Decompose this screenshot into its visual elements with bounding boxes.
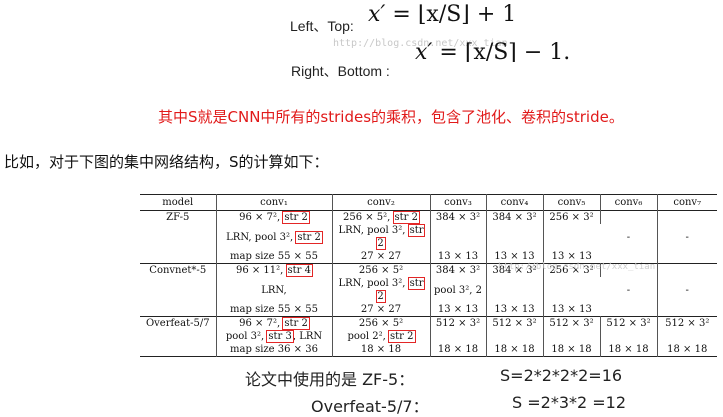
cell (430, 224, 487, 250)
formula-bottom-label: Right、Bottom : (291, 63, 390, 79)
cell-text: pool 2², (347, 331, 390, 342)
cell-text: 96 × 7², (239, 318, 284, 329)
cell: 18 × 18 (430, 343, 487, 357)
cell (543, 277, 600, 303)
cell: 384 × 3² (430, 210, 487, 224)
formula-bottom-rhs: = ⌈x/S⌉ − 1. (439, 40, 571, 65)
cell (486, 224, 544, 250)
cell: 18 × 18 (543, 343, 601, 357)
cell: LRN, pool 3², str 2 (332, 277, 431, 303)
cell: - (685, 284, 689, 296)
zf-summary-label: 论文中使用的是 ZF-5： (245, 370, 415, 389)
cell (543, 224, 600, 250)
cell: map size 55 × 55 (216, 250, 333, 264)
cell (486, 277, 544, 303)
stride-highlight: str 2 (282, 211, 310, 224)
cell: 13 × 13 (430, 250, 487, 264)
cell: 384 × 3² (486, 210, 544, 224)
cell: 96 × 7², str 2 (216, 210, 333, 224)
cell: 256 × 3² (543, 210, 601, 224)
cell: 512 × 3² (543, 316, 601, 330)
cell: 512 × 3² (665, 318, 710, 329)
cell: 18 × 18 (486, 343, 544, 357)
cell: 18 × 18 (600, 343, 658, 357)
formula-top-label: Left、Top: (290, 18, 354, 34)
cell-text: LRN, pool 3², (338, 225, 409, 236)
cell: pool 3², str 3, LRN (216, 330, 333, 343)
cell: 256 × 5² (332, 263, 431, 277)
cell: 27 × 27 (332, 303, 431, 317)
cell: 18 × 18 (667, 344, 708, 355)
header-conv7: conv₇ (673, 197, 702, 208)
header-model: model (140, 194, 217, 211)
cell: 96 × 11², str 4 (216, 263, 333, 277)
cell: map size 36 × 36 (216, 343, 333, 357)
cell: 512 × 3² (486, 316, 544, 330)
cell: LRN, pool 3², str 2 (216, 224, 333, 250)
cell: - (685, 231, 689, 243)
stride-product-note: 其中S就是CNN中所有的strides的乘积，包含了池化、卷积的stride。 (158, 108, 624, 126)
cell-text: , LRN (292, 331, 323, 342)
cell (486, 330, 544, 343)
formula-top-expression: x′ = ⌊x/S⌋ + 1 (368, 2, 516, 27)
header-conv3: conv₃ (430, 194, 487, 211)
header-conv5: conv₅ (543, 194, 601, 211)
table-row: map size 36 × 36 18 × 18 18 × 18 18 × 18… (140, 343, 717, 357)
model-zf5: ZF-5 (140, 210, 217, 264)
cell: 512 × 3² (600, 316, 658, 330)
model-convnet5: Convnet*-5 (140, 263, 217, 317)
formula-top-rhs: = ⌊x/S⌋ + 1 (392, 2, 517, 27)
cell (430, 330, 487, 343)
cell: pool 2², str 2 (332, 330, 431, 343)
header-conv4: conv₄ (486, 194, 544, 211)
table-row: pool 3², str 3, LRN pool 2², str 2 (140, 330, 717, 343)
header-conv1: conv₁ (216, 194, 333, 211)
cell: pool 3², 2 (430, 277, 487, 303)
overfeat-summary-label: Overfeat-5/7： (311, 397, 429, 416)
network-architecture-table: model conv₁ conv₂ conv₃ conv₄ conv₅ conv… (140, 194, 717, 357)
cell-text: LRN, pool 3², (338, 278, 409, 289)
cell: 96 × 7², str 2 (216, 316, 333, 330)
cell (600, 330, 658, 343)
cell: 13 × 13 (430, 303, 487, 317)
formula-top-lhs: x′ (368, 2, 386, 27)
cell-text: 256 × 5², (342, 212, 394, 223)
stride-highlight: str 4 (285, 264, 314, 277)
cell-text: 96 × 7², (239, 212, 284, 223)
cell: 13 × 13 (486, 303, 544, 317)
cell: LRN, (216, 277, 333, 303)
cell: LRN, pool 3², str 2 (332, 224, 431, 250)
table-row: Overfeat-5/7 96 × 7², str 2 256 × 5² 512… (140, 316, 717, 357)
table-row: ZF-5 96 × 7², str 2 256 × 5², str 2 384 … (140, 210, 717, 264)
stride-highlight: str 3 (266, 330, 294, 343)
model-overfeat: Overfeat-5/7 (140, 316, 217, 357)
header-conv2: conv₂ (332, 194, 431, 211)
cell: 18 × 18 (332, 343, 431, 357)
cell-text: 96 × 11², (235, 265, 287, 276)
cell: 256 × 5², str 2 (332, 210, 431, 224)
stride-highlight: str 2 (282, 317, 310, 330)
table-header-row: model conv₁ conv₂ conv₃ conv₄ conv₅ conv… (140, 194, 717, 211)
cell (657, 330, 717, 343)
cell: map size 55 × 55 (216, 303, 333, 317)
cell: 512 × 3² (430, 316, 487, 330)
stride-highlight: str 2 (392, 211, 421, 224)
overfeat-summary-value: S =2*3*2 =12 (512, 393, 627, 412)
cell: 384 × 3² (430, 263, 487, 277)
cell (543, 330, 601, 343)
stride-highlight: str 2 (388, 330, 416, 343)
intro-text: 比如，对于下图的集中网络结构，S的计算如下： (4, 153, 329, 171)
formula-bottom-expression: x′ = ⌈x/S⌉ − 1. (415, 40, 570, 65)
header-conv6: conv₆ (600, 194, 658, 211)
formula-bottom-lhs: x′ (415, 40, 433, 65)
zf-summary-value: S=2*2*2*2=16 (500, 366, 623, 385)
cell: 27 × 27 (332, 250, 431, 264)
cell: 256 × 5² (332, 316, 431, 330)
cell: 13 × 13 (551, 304, 592, 315)
table-watermark: http://blog.csdn.net/xxx_tian (498, 262, 656, 272)
cell: - (600, 210, 658, 264)
cell-text: LRN, pool 3², (226, 231, 297, 243)
stride-highlight: str 2 (295, 230, 323, 244)
cell-text: pool 3², (225, 331, 268, 342)
